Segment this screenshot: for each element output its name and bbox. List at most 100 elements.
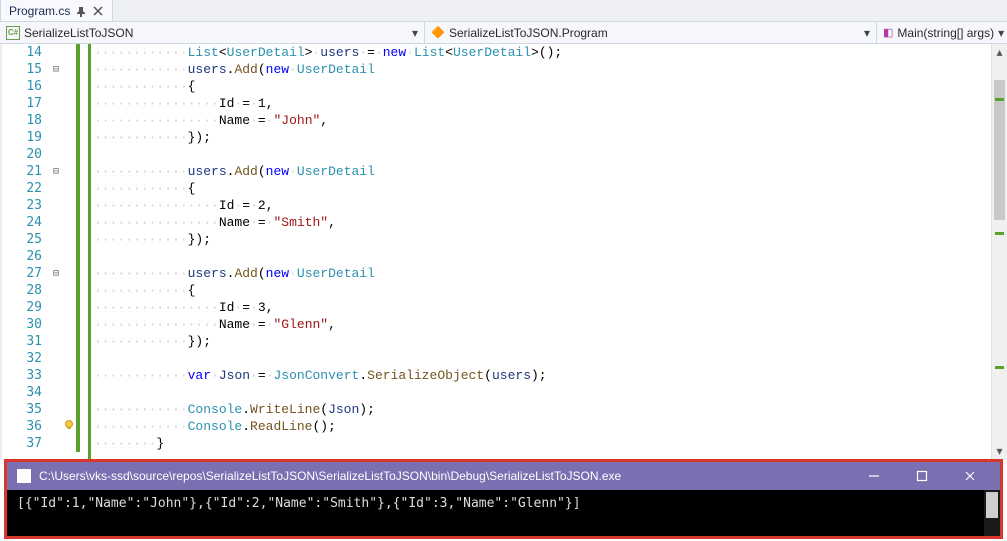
code-line: ············{ [94,180,1007,197]
gutter-line: 22 [2,180,88,197]
gutter-line: 34 [2,384,88,401]
console-titlebar[interactable]: C:\Users\vks-ssd\source\repos\SerializeL… [7,462,1000,490]
change-indicator [76,316,80,333]
change-indicator [76,384,80,401]
line-number: 17 [2,96,50,111]
line-number: 23 [2,198,50,213]
code-line: ········} [94,435,1007,452]
tab-program-cs[interactable]: Program.cs [0,0,113,21]
nav-type-dropdown[interactable]: 🔶 SerializeListToJSON.Program ▾ [425,22,877,43]
code-line [94,248,1007,265]
line-number: 35 [2,402,50,417]
gutter-line: 15⊟ [2,61,88,78]
code-line: ············{ [94,78,1007,95]
pin-icon[interactable] [76,6,86,16]
code-line: ················Id·=·1, [94,95,1007,112]
gutter-line: 24 [2,214,88,231]
nav-project-label: SerializeListToJSON [24,26,133,40]
change-indicator [76,435,80,452]
scrollbar-change-mark [995,98,1004,101]
gutter-line: 28 [2,282,88,299]
gutter-line: 27⊟ [2,265,88,282]
code-body[interactable]: ············List<UserDetail>·users·=·new… [88,44,1007,459]
fold-toggle[interactable]: ⊟ [50,166,62,177]
console-title: C:\Users\vks-ssd\source\repos\SerializeL… [39,469,846,483]
gutter-line: 25 [2,231,88,248]
console-body[interactable]: [{"Id":1,"Name":"John"},{"Id":2,"Name":"… [7,490,1000,536]
change-indicator [76,129,80,146]
close-button[interactable] [950,462,990,490]
gutter-line: 16 [2,78,88,95]
close-icon[interactable] [92,5,104,17]
line-number: 36 [2,419,50,434]
gutter-line: 23 [2,197,88,214]
maximize-button[interactable] [902,462,942,490]
code-line: ············}); [94,231,1007,248]
code-line: ················Id·=·3, [94,299,1007,316]
nav-project-dropdown[interactable]: C# SerializeListToJSON ▾ [0,22,425,43]
line-number: 27 [2,266,50,281]
change-indicator [76,197,80,214]
console-scrollbar-thumb[interactable] [986,492,998,518]
gutter-line: 26 [2,248,88,265]
console-app-icon [17,469,31,483]
scroll-up-icon[interactable]: ▴ [992,44,1007,60]
code-line: ············}); [94,333,1007,350]
code-line: ············List<UserDetail>·users·=·new… [94,44,1007,61]
code-line [94,146,1007,163]
code-line: ············users.Add(new·UserDetail [94,163,1007,180]
line-number: 32 [2,351,50,366]
code-line: ················Name·=·"Glenn", [94,316,1007,333]
nav-member-label: Main(string[] args) [897,26,994,40]
code-editor[interactable]: 1415⊟161718192021⊟222324252627⊟282930313… [0,44,1007,459]
line-number: 29 [2,300,50,315]
change-indicator [76,350,80,367]
lightbulb-icon[interactable] [62,419,76,435]
scroll-down-icon[interactable]: ▾ [992,443,1007,459]
gutter-line: 14 [2,44,88,61]
line-number: 15 [2,62,50,77]
change-indicator [76,214,80,231]
change-indicator [76,231,80,248]
fold-toggle[interactable]: ⊟ [50,64,62,75]
line-number: 30 [2,317,50,332]
change-indicator [76,367,80,384]
gutter-line: 33 [2,367,88,384]
change-indicator [76,333,80,350]
line-number: 25 [2,232,50,247]
editor-container: 1415⊟161718192021⊟222324252627⊟282930313… [0,44,1007,459]
gutter-line: 18 [2,112,88,129]
code-line: ················Name·=·"John", [94,112,1007,129]
csharp-project-icon: C# [6,26,20,40]
minimize-button[interactable] [854,462,894,490]
change-indicator [76,282,80,299]
code-line [94,384,1007,401]
change-indicator [76,418,80,435]
scrollbar-track[interactable] [992,60,1007,443]
fold-toggle[interactable]: ⊟ [50,268,62,279]
code-line: ············var·Json·=·JsonConvert.Seria… [94,367,1007,384]
change-indicator [76,299,80,316]
gutter-line: 29 [2,299,88,316]
vs-window: Program.cs C# SerializeListToJSON ▾ 🔶 Se… [0,0,1007,541]
gutter-line: 37 [2,435,88,452]
change-indicator [76,401,80,418]
document-tab-strip: Program.cs [0,0,1007,22]
line-number: 26 [2,249,50,264]
gutter-line: 19 [2,129,88,146]
nav-type-label: SerializeListToJSON.Program [449,26,608,40]
line-number: 24 [2,215,50,230]
gutter-line: 17 [2,95,88,112]
line-number: 21 [2,164,50,179]
line-number: 14 [2,45,50,60]
console-scrollbar[interactable] [984,490,1000,536]
change-indicator [76,146,80,163]
change-indicator [76,163,80,180]
change-indicator [76,44,80,61]
nav-member-dropdown[interactable]: ◧ Main(string[] args) ▾ [877,22,1007,43]
line-number: 34 [2,385,50,400]
line-number: 31 [2,334,50,349]
editor-scrollbar[interactable]: ▴ ▾ [991,44,1007,459]
code-line: ················Id·=·2, [94,197,1007,214]
gutter-line: 35 [2,401,88,418]
